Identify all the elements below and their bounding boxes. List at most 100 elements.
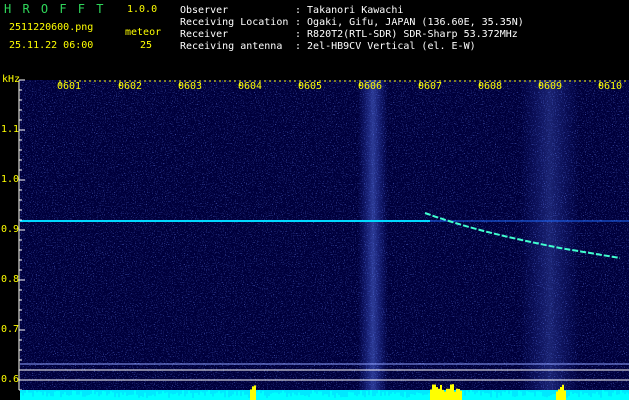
level-spike <box>234 391 236 400</box>
level-spike <box>568 395 570 400</box>
level-spike <box>418 392 420 400</box>
level-spike <box>538 391 540 400</box>
observer-value: : Takanori Kawachi <box>295 5 404 16</box>
level-spike <box>426 394 428 400</box>
level-spike <box>56 391 58 400</box>
level-spike <box>610 396 612 400</box>
level-spike <box>554 394 556 400</box>
level-spike <box>32 396 34 400</box>
level-spike <box>424 394 426 400</box>
level-spike <box>174 393 176 400</box>
level-spike <box>276 392 278 400</box>
level-spike <box>380 395 382 400</box>
level-spike <box>108 393 110 400</box>
level-spike <box>154 396 156 400</box>
level-spike <box>186 393 188 400</box>
level-spike <box>412 394 414 400</box>
level-spike <box>78 394 80 400</box>
level-spike <box>112 392 114 400</box>
level-spike <box>64 392 66 400</box>
level-spike <box>66 395 68 400</box>
level-spike <box>230 396 232 400</box>
level-spike <box>292 392 294 400</box>
level-spike <box>48 393 50 400</box>
level-spike <box>124 392 126 400</box>
level-spike <box>518 390 520 400</box>
level-spike <box>90 393 92 400</box>
level-spike <box>208 390 210 400</box>
level-spike <box>416 392 418 400</box>
level-spike <box>482 391 484 400</box>
level-spike <box>270 393 272 400</box>
level-spike <box>264 395 266 400</box>
level-spike <box>618 394 620 400</box>
level-spike <box>274 392 276 400</box>
level-spike <box>46 396 48 400</box>
level-spike <box>476 392 478 400</box>
level-spike <box>232 394 234 400</box>
level-spike <box>390 393 392 400</box>
level-spike <box>162 391 164 400</box>
level-spike <box>384 395 386 400</box>
level-spike <box>216 392 218 400</box>
level-spike <box>388 395 390 400</box>
level-spike <box>436 387 438 400</box>
level-spike <box>432 384 434 400</box>
level-spike <box>492 390 494 400</box>
y-tick-label: 1.0 <box>1 174 20 185</box>
level-spike <box>466 390 468 400</box>
x-tick-label: 0606 <box>358 81 383 92</box>
level-spike <box>620 390 622 400</box>
level-spike <box>296 395 298 400</box>
level-spike <box>218 391 220 400</box>
level-spike <box>624 394 626 400</box>
level-spike <box>24 392 26 400</box>
level-spike <box>560 386 562 400</box>
timestamp-label: 25.11.22 06:00 <box>9 40 94 51</box>
level-spike <box>246 394 248 400</box>
level-spike <box>430 389 432 400</box>
level-spike <box>478 390 480 400</box>
app-title: H R O F F T <box>4 2 106 16</box>
level-spike <box>588 395 590 400</box>
level-spike <box>70 395 72 400</box>
level-spike <box>584 392 586 400</box>
level-spike <box>202 392 204 400</box>
level-spike <box>110 391 112 400</box>
level-spike <box>152 394 154 400</box>
level-spike <box>486 392 488 400</box>
x-tick-label: 0602 <box>118 81 143 92</box>
level-spike <box>356 396 358 400</box>
level-spike <box>22 395 24 400</box>
noise-band-0606 <box>358 80 388 390</box>
level-spike <box>414 395 416 400</box>
level-spike <box>180 394 182 400</box>
level-spike <box>520 391 522 400</box>
level-spike <box>288 393 290 400</box>
level-spike <box>322 395 324 400</box>
level-spike <box>576 393 578 400</box>
level-spike <box>472 391 474 400</box>
level-spike <box>220 393 222 400</box>
level-spike <box>454 391 456 400</box>
noise-band-0609 <box>520 80 580 390</box>
level-spike <box>212 396 214 400</box>
level-spike <box>616 394 618 400</box>
level-spike <box>44 391 46 400</box>
level-spike <box>240 396 242 400</box>
level-spike <box>256 391 258 400</box>
level-spike <box>592 393 594 400</box>
level-spike <box>324 394 326 400</box>
level-spike <box>140 395 142 400</box>
level-spike <box>20 392 22 400</box>
level-spike <box>396 392 398 400</box>
y-tick-label: 0.7 <box>1 324 20 335</box>
level-spike <box>516 396 518 400</box>
receiver-value: : R820T2(RTL-SDR) SDR-Sharp 53.372MHz <box>295 29 518 40</box>
level-spike <box>468 392 470 400</box>
level-spike <box>262 391 264 400</box>
level-spike <box>422 395 424 400</box>
y-axis-unit: kHz <box>2 74 21 85</box>
level-spike <box>244 394 246 400</box>
level-spike <box>522 395 524 400</box>
